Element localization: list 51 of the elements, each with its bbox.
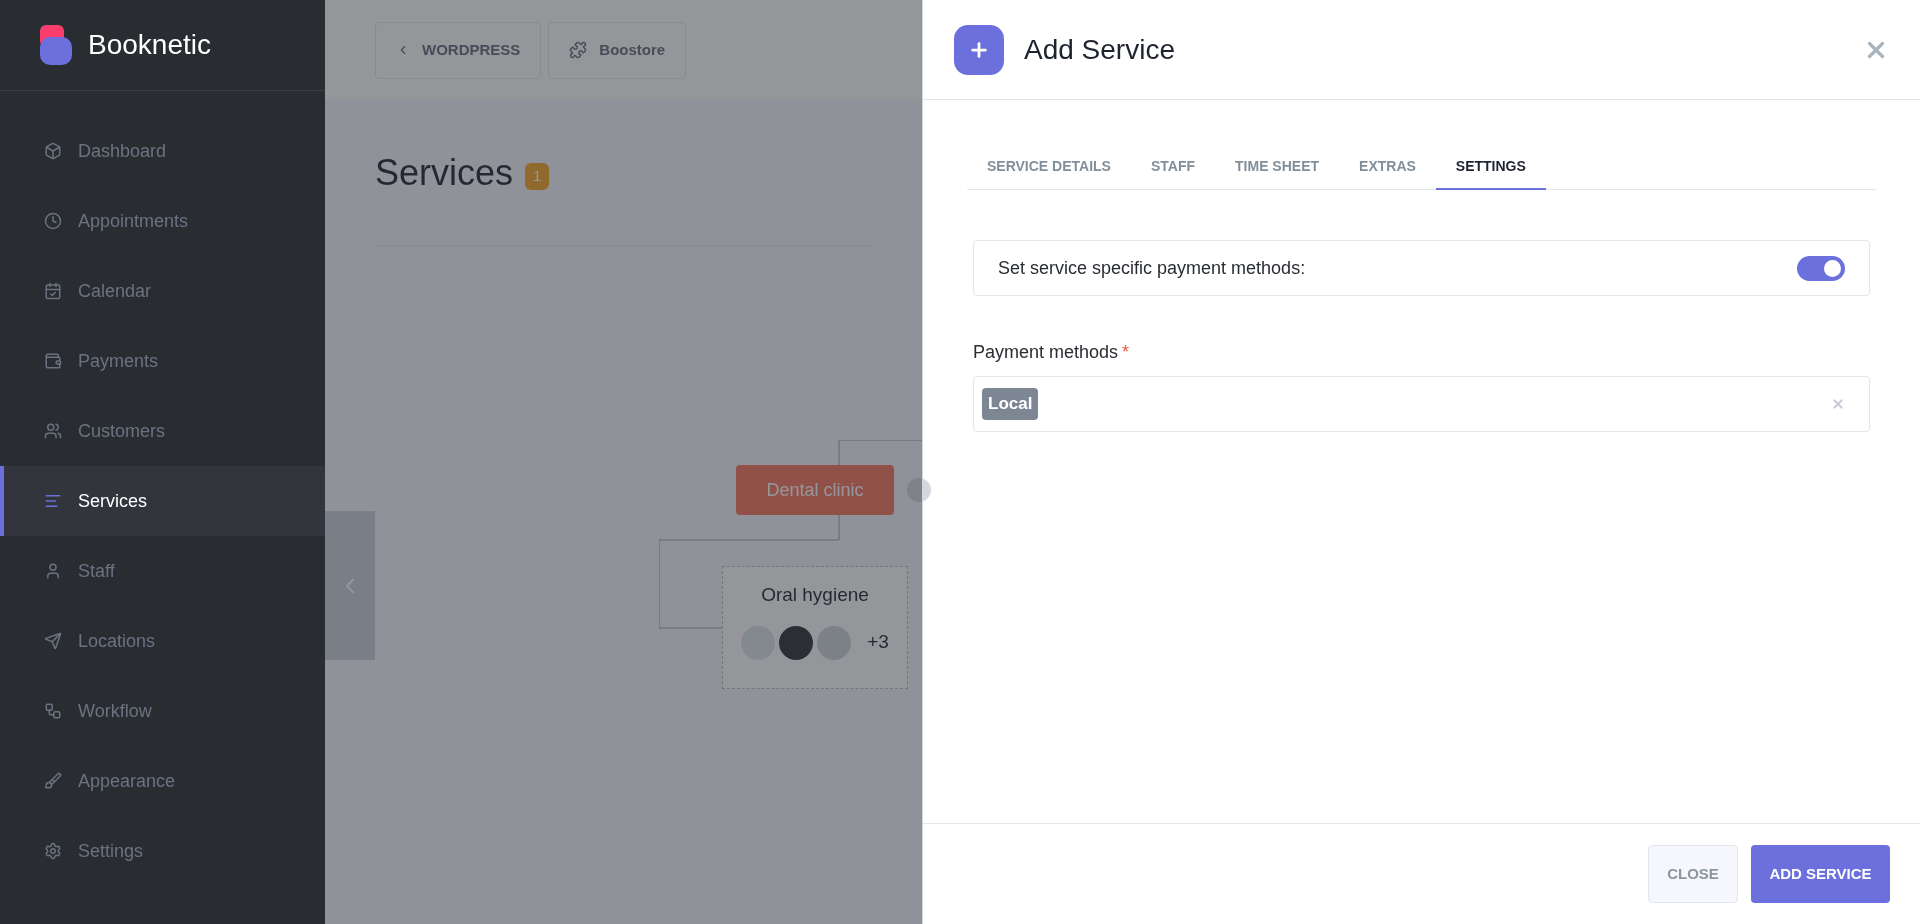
boostore-button[interactable]: Boostore bbox=[548, 21, 687, 79]
flow-icon bbox=[44, 702, 62, 720]
add-service-button[interactable]: ADD SERVICE bbox=[1751, 845, 1890, 903]
logo-icon bbox=[40, 25, 72, 65]
tab[interactable]: EXTRAS bbox=[1339, 145, 1436, 190]
toggle-label: Set service specific payment methods: bbox=[998, 256, 1306, 280]
category-node[interactable]: Dental clinic bbox=[736, 465, 894, 515]
tab[interactable]: TIME SHEET bbox=[1215, 145, 1340, 190]
brush-icon bbox=[44, 772, 62, 790]
clock-icon bbox=[44, 212, 62, 230]
required-mark: * bbox=[1122, 342, 1130, 362]
paper-plane-icon bbox=[44, 632, 62, 650]
service-name: Oral hygiene bbox=[761, 583, 869, 607]
count-badge: 1 bbox=[525, 163, 550, 190]
tab[interactable]: SETTINGS bbox=[1435, 145, 1546, 190]
sidebar-item[interactable]: Payments bbox=[0, 326, 325, 396]
calendar-icon bbox=[44, 282, 62, 300]
user-icon bbox=[44, 562, 62, 580]
sidebar-item[interactable]: Locations bbox=[0, 606, 325, 676]
field-label: Payment methods bbox=[973, 342, 1119, 362]
wallet-icon bbox=[44, 352, 62, 370]
tab[interactable]: SERVICE DETAILS bbox=[967, 145, 1131, 190]
settings-icon bbox=[44, 842, 62, 860]
sidebar-item[interactable]: Workflow bbox=[0, 676, 325, 746]
service-card[interactable]: Oral hygiene +3 bbox=[722, 566, 908, 689]
clear-icon[interactable] bbox=[1831, 397, 1845, 411]
lines-icon bbox=[44, 492, 62, 510]
box-icon bbox=[44, 142, 62, 160]
more-count: +3 bbox=[867, 630, 889, 655]
page-title: Services bbox=[375, 150, 514, 195]
brand-name: Booknetic bbox=[88, 28, 211, 62]
sidebar-item[interactable]: Settings bbox=[0, 816, 325, 886]
sidebar-item[interactable]: Calendar bbox=[0, 256, 325, 326]
sidebar-item[interactable]: Staff bbox=[0, 536, 325, 606]
sidebar-item[interactable]: Appointments bbox=[0, 186, 325, 256]
sidebar-item[interactable]: Appearance bbox=[0, 746, 325, 816]
sidebar-item[interactable]: Dashboard bbox=[0, 116, 325, 186]
payment-methods-field[interactable]: Local bbox=[973, 376, 1870, 432]
avatar bbox=[779, 625, 814, 660]
tag: Local bbox=[982, 388, 1039, 420]
puzzle-icon bbox=[569, 41, 588, 59]
sidebar-item[interactable]: Customers bbox=[0, 396, 325, 466]
wordpress-button[interactable]: WORDPRESS bbox=[375, 21, 542, 79]
tab[interactable]: STAFF bbox=[1130, 145, 1216, 190]
users-icon bbox=[44, 422, 62, 440]
modal-title: Add Service bbox=[1024, 32, 1175, 67]
plus-icon bbox=[954, 24, 1004, 75]
sidebar-item[interactable]: Services bbox=[0, 466, 325, 536]
toggle-switch[interactable] bbox=[1797, 255, 1845, 281]
avatar bbox=[817, 625, 852, 660]
close-button[interactable]: CLOSE bbox=[1648, 845, 1738, 903]
